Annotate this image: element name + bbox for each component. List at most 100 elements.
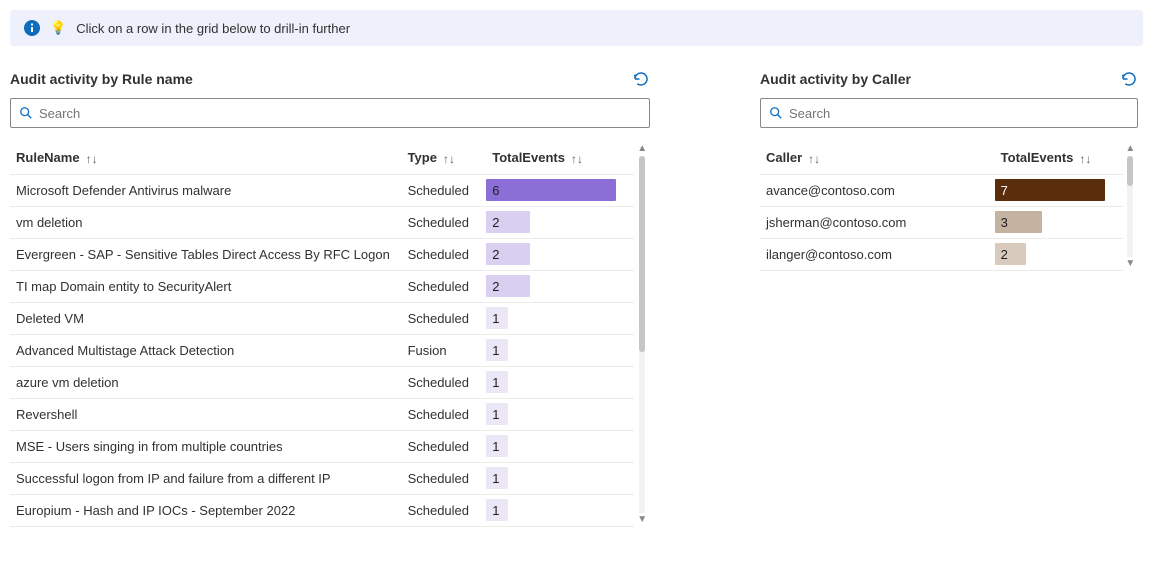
cell-rulename: MSE - Users singing in from multiple cou…: [10, 430, 402, 462]
info-banner: 💡 Click on a row in the grid below to dr…: [10, 10, 1143, 46]
cell-rulename: Deleted VM: [10, 302, 402, 334]
cell-totalevents: 1: [486, 302, 634, 334]
table-row[interactable]: RevershellScheduled1: [10, 398, 634, 430]
table-row[interactable]: avance@contoso.com7: [760, 174, 1123, 206]
cell-type: Scheduled: [402, 366, 487, 398]
table-row[interactable]: jsherman@contoso.com3: [760, 206, 1123, 238]
bar: 1: [486, 403, 508, 425]
cell-type: Scheduled: [402, 302, 487, 334]
cell-rulename: Revershell: [10, 398, 402, 430]
cell-rulename: TI map Domain entity to SecurityAlert: [10, 270, 402, 302]
search-field-rule[interactable]: [39, 104, 641, 123]
table-row[interactable]: Deleted VMScheduled1: [10, 302, 634, 334]
cell-totalevents: 1: [486, 494, 634, 526]
col-header-caller[interactable]: Caller↑↓: [760, 142, 995, 174]
scroll-thumb[interactable]: [639, 156, 645, 352]
table-row[interactable]: azure vm deletionScheduled1: [10, 366, 634, 398]
undo-icon[interactable]: [632, 70, 650, 88]
cell-caller: avance@contoso.com: [760, 174, 995, 206]
bar: 2: [995, 243, 1026, 265]
cell-rulename: azure vm deletion: [10, 366, 402, 398]
scroll-track[interactable]: [639, 156, 645, 513]
sort-icon: ↑↓: [86, 152, 98, 166]
cell-caller: ilanger@contoso.com: [760, 238, 995, 270]
cell-rulename: vm deletion: [10, 206, 402, 238]
cell-type: Scheduled: [402, 430, 487, 462]
rule-table: RuleName↑↓ Type↑↓ TotalEvents↑↓ Microsof…: [10, 142, 634, 527]
panel-title-rule: Audit activity by Rule name: [10, 71, 193, 87]
table-row[interactable]: Advanced Multistage Attack DetectionFusi…: [10, 334, 634, 366]
scroll-track[interactable]: [1127, 156, 1133, 257]
bar: 2: [486, 275, 529, 297]
bar: 6: [486, 179, 616, 201]
table-row[interactable]: TI map Domain entity to SecurityAlertSch…: [10, 270, 634, 302]
scroll-up-icon[interactable]: ▲: [1125, 144, 1135, 154]
cell-rulename: Successful logon from IP and failure fro…: [10, 462, 402, 494]
cell-caller: jsherman@contoso.com: [760, 206, 995, 238]
cell-totalevents: 2: [995, 238, 1123, 270]
undo-icon[interactable]: [1120, 70, 1138, 88]
table-row[interactable]: Evergreen - SAP - Sensitive Tables Direc…: [10, 238, 634, 270]
cell-rulename: Europium - Hash and IP IOCs - September …: [10, 494, 402, 526]
panel-rule-name: Audit activity by Rule name RuleName↑↓ T…: [10, 70, 650, 527]
table-row[interactable]: vm deletionScheduled2: [10, 206, 634, 238]
search-input-caller[interactable]: [760, 98, 1138, 128]
table-row[interactable]: Europium - Hash and IP IOCs - September …: [10, 494, 634, 526]
panel-caller: Audit activity by Caller Caller↑↓ TotalE…: [760, 70, 1138, 527]
cell-totalevents: 1: [486, 398, 634, 430]
search-icon: [19, 106, 33, 120]
bar: 1: [486, 435, 508, 457]
bar: 2: [486, 243, 529, 265]
search-icon: [769, 106, 783, 120]
search-field-caller[interactable]: [789, 104, 1129, 123]
bar: 7: [995, 179, 1105, 201]
cell-totalevents: 2: [486, 270, 634, 302]
cell-type: Scheduled: [402, 206, 487, 238]
cell-type: Scheduled: [402, 494, 487, 526]
cell-rulename: Advanced Multistage Attack Detection: [10, 334, 402, 366]
sort-icon: ↑↓: [571, 152, 583, 166]
scrollbar[interactable]: ▲ ▼: [1123, 142, 1138, 271]
cell-totalevents: 2: [486, 206, 634, 238]
col-header-totalevents[interactable]: TotalEvents↑↓: [995, 142, 1123, 174]
scroll-up-icon[interactable]: ▲: [637, 144, 647, 154]
cell-type: Scheduled: [402, 238, 487, 270]
sort-icon: ↑↓: [443, 152, 455, 166]
sort-icon: ↑↓: [1079, 152, 1091, 166]
scroll-thumb[interactable]: [1127, 156, 1133, 186]
scroll-down-icon[interactable]: ▼: [1125, 259, 1135, 269]
cell-totalevents: 2: [486, 238, 634, 270]
cell-type: Scheduled: [402, 174, 487, 206]
cell-totalevents: 6: [486, 174, 634, 206]
cell-type: Fusion: [402, 334, 487, 366]
bar: 2: [486, 211, 529, 233]
bar: 3: [995, 211, 1042, 233]
table-row[interactable]: Microsoft Defender Antivirus malwareSche…: [10, 174, 634, 206]
col-header-totalevents[interactable]: TotalEvents↑↓: [486, 142, 634, 174]
table-row[interactable]: MSE - Users singing in from multiple cou…: [10, 430, 634, 462]
col-header-type[interactable]: Type↑↓: [402, 142, 487, 174]
sort-icon: ↑↓: [808, 152, 820, 166]
cell-totalevents: 1: [486, 366, 634, 398]
cell-type: Scheduled: [402, 270, 487, 302]
cell-type: Scheduled: [402, 462, 487, 494]
search-input-rule[interactable]: [10, 98, 650, 128]
lightbulb-icon: 💡: [50, 20, 66, 36]
scrollbar[interactable]: ▲ ▼: [634, 142, 650, 527]
table-row[interactable]: Successful logon from IP and failure fro…: [10, 462, 634, 494]
panel-title-caller: Audit activity by Caller: [760, 71, 911, 87]
bar: 1: [486, 467, 508, 489]
caller-table: Caller↑↓ TotalEvents↑↓ avance@contoso.co…: [760, 142, 1123, 271]
cell-totalevents: 7: [995, 174, 1123, 206]
bar: 1: [486, 499, 508, 521]
cell-totalevents: 3: [995, 206, 1123, 238]
col-header-rulename[interactable]: RuleName↑↓: [10, 142, 402, 174]
bar: 1: [486, 307, 508, 329]
scroll-down-icon[interactable]: ▼: [637, 515, 647, 525]
info-message: Click on a row in the grid below to dril…: [76, 21, 350, 36]
cell-totalevents: 1: [486, 430, 634, 462]
table-row[interactable]: ilanger@contoso.com2: [760, 238, 1123, 270]
cell-rulename: Microsoft Defender Antivirus malware: [10, 174, 402, 206]
bar: 1: [486, 339, 508, 361]
cell-rulename: Evergreen - SAP - Sensitive Tables Direc…: [10, 238, 402, 270]
